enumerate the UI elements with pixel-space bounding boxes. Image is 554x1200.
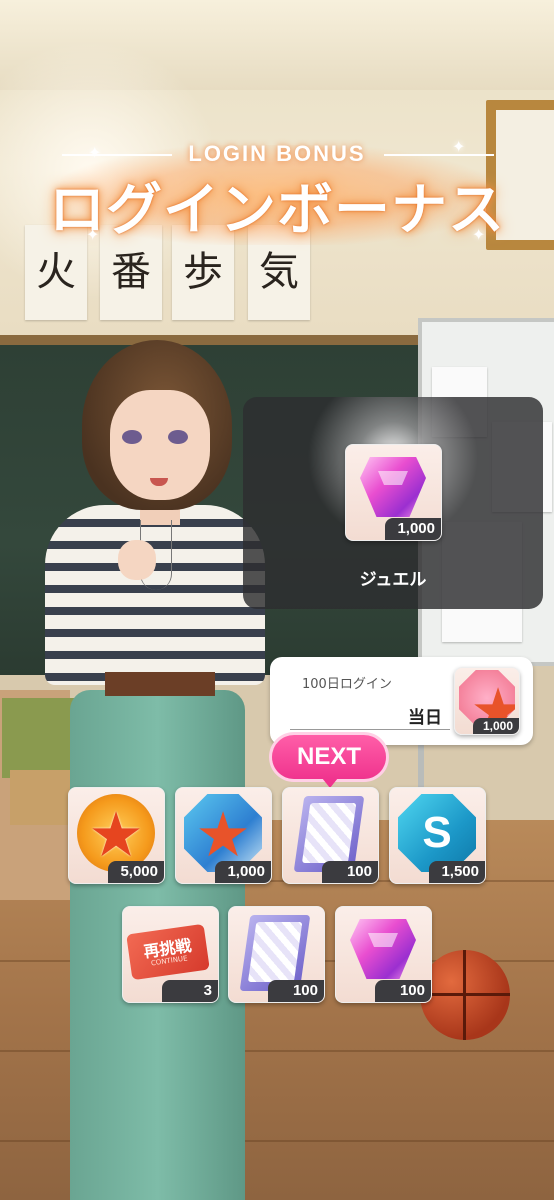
reward-tile[interactable]: S 1,500 [389, 787, 486, 884]
character-eye [168, 430, 188, 444]
reward-tile[interactable]: 5,000 [68, 787, 165, 884]
milestone-label: 100日ログイン [302, 677, 392, 692]
reward-popup[interactable]: 1,000 ジュエル [243, 397, 543, 609]
page-title: ログインボーナス [49, 178, 505, 243]
sparkle-icon: ✦ [86, 225, 100, 244]
jewel-icon [360, 457, 426, 517]
reward-quantity: 1,000 [215, 861, 271, 883]
reward-tile: 1,000 [345, 444, 442, 541]
milestone-quantity: 1,000 [472, 718, 519, 734]
milestone-panel[interactable]: 100日ログイン 当日 1,000 [270, 657, 533, 745]
reward-quantity: 1,500 [429, 861, 485, 883]
reward-tile[interactable]: 100 [335, 906, 432, 1003]
jewel-icon [350, 919, 416, 979]
reward-quantity: 100 [375, 980, 431, 1002]
milestone-status: 当日 [408, 708, 442, 728]
reward-tile[interactable]: 100 [282, 787, 379, 884]
reward-item-name: ジュエル [359, 570, 427, 590]
login-bonus-header: LOGIN BONUS ログインボーナス ✦ ✦ ✦ ✦ [0, 125, 554, 255]
sparkle-icon: ✦ [88, 143, 102, 162]
reward-quantity: 100 [322, 861, 378, 883]
sparkle-icon: ✦ [452, 137, 466, 156]
reward-tile[interactable]: 再挑戦 CONTINUE 3 [122, 906, 219, 1003]
reward-quantity: 100 [268, 980, 324, 1002]
sparkle-icon: ✦ [472, 225, 486, 244]
character-belt [105, 672, 215, 696]
reward-quantity: 5,000 [108, 861, 164, 883]
milestone-divider [290, 729, 450, 730]
next-badge: NEXT [272, 735, 386, 788]
character-hand [118, 540, 156, 580]
milestone-reward-tile: 1,000 [454, 667, 520, 735]
reward-tile[interactable]: 100 [228, 906, 325, 1003]
retry-ticket-icon: 再挑戦 CONTINUE [126, 923, 210, 981]
basketball [420, 950, 510, 1040]
character-eye [122, 430, 142, 444]
reward-quantity: 1,000 [385, 518, 441, 540]
header-subtitle: LOGIN BONUS [188, 141, 366, 166]
reward-tile[interactable]: 1,000 [175, 787, 272, 884]
reward-quantity: 3 [162, 980, 218, 1002]
